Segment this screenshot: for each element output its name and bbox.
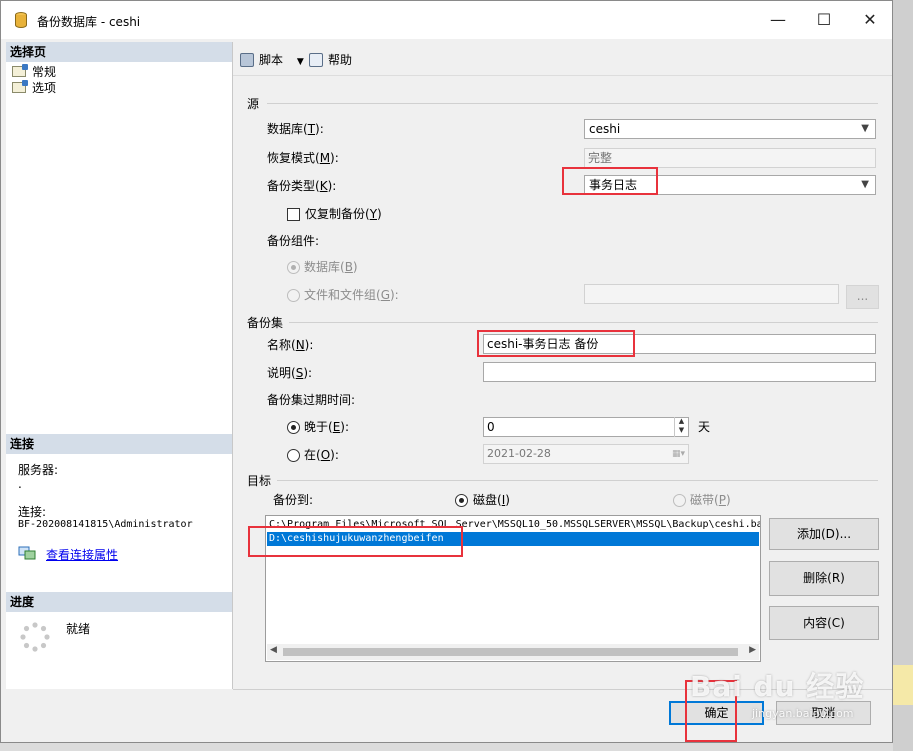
expire-days-value: 0 [487,420,495,434]
minimize-button[interactable]: — [755,7,801,33]
scroll-thumb[interactable] [283,648,738,656]
chevron-down-icon: ▼ [861,179,869,190]
backup-set-group-label: 备份集 [247,316,284,330]
description-field[interactable] [483,362,876,382]
component-database-radio[interactable] [287,261,300,274]
database-value: ceshi [589,122,621,136]
expire-days-stepper[interactable]: 0 ▲ ▼ [483,417,689,437]
server-label: 服务器: [18,463,59,477]
page-item-options[interactable]: 选项 [12,80,56,96]
progress-status: 就绪 [66,622,91,636]
remove-destination-button[interactable]: 删除(R) [769,561,879,596]
progress-spinner-icon [20,622,50,652]
title-bar: 备份数据库 - ceshi — ☐ ✕ [1,1,892,39]
recovery-model-field: 完整 [584,148,876,168]
component-database-label: 数据库(B) [304,260,358,274]
connection-properties-icon [18,546,36,560]
recovery-model-label: 恢复模式(M): [267,151,339,165]
expire-after-label: 晚于(E): [304,420,350,434]
connection-value: BF-202008141815\Administrator [18,519,193,530]
annotation-highlight-box [562,167,658,195]
select-page-header: 选择页 [6,42,232,62]
browse-files-button[interactable]: ... [846,285,879,309]
database-combo[interactable]: ceshi ▼ [584,119,876,139]
contents-button[interactable]: 内容(C) [769,606,879,640]
database-icon [15,12,27,28]
connection-header: 连接 [6,434,232,454]
destination-group-label: 目标 [247,474,272,488]
chevron-down-icon: ▼ [861,123,869,134]
page-item-label: 常规 [32,65,57,79]
group-divider [289,322,878,323]
backup-to-label: 备份到: [273,493,314,507]
expire-on-label: 在(O): [304,448,339,462]
calendar-dropdown-icon: ▦▾ [671,449,685,459]
page-item-label: 选项 [32,81,57,95]
help-icon [309,53,323,67]
view-connection-properties-link[interactable]: 查看连接属性 [46,546,118,563]
source-group-label: 源 [247,97,260,111]
group-divider [277,480,878,481]
add-destination-button[interactable]: 添加(D)... [769,518,879,550]
desktop-background [893,0,913,751]
expire-date-value: 2021-02-28 [487,447,551,460]
description-label: 说明(S): [267,366,313,380]
copy-only-checkbox[interactable] [287,208,300,221]
annotation-highlight-box [248,526,463,557]
scroll-right-icon[interactable]: ▶ [749,645,756,655]
tape-radio[interactable] [673,494,686,507]
page-icon [12,64,28,77]
disk-radio[interactable] [455,494,468,507]
expiration-label: 备份集过期时间: [267,393,356,407]
connection-label: 连接: [18,505,47,519]
files-field [584,284,839,304]
chevron-down-icon: ▼ [296,57,304,67]
copy-only-label: 仅复制备份(Y) [305,207,382,221]
window-title: 备份数据库 - ceshi [37,15,141,29]
annotation-highlight-box [477,330,635,357]
server-value: . [18,477,22,491]
progress-header: 进度 [6,592,232,612]
page-item-general[interactable]: 常规 [12,64,56,80]
backup-database-dialog: 备份数据库 - ceshi — ☐ ✕ 选择页 常规 选项 连接 服务器: . … [0,0,893,743]
tape-label: 磁带(P) [690,493,731,507]
database-label: 数据库(T): [267,122,324,136]
left-pane: 选择页 常规 选项 连接 服务器: . 连接: BF-202008141815\… [6,42,233,689]
baidu-watermark: Bai du 经验 [690,670,865,703]
page-icon [12,80,28,93]
expire-on-radio[interactable] [287,449,300,462]
disk-label: 磁盘(I) [473,493,510,507]
scroll-left-icon[interactable]: ◀ [270,645,277,655]
script-button[interactable]: 脚本 ▼ [240,52,304,68]
backup-type-label: 备份类型(K): [267,179,337,193]
horizontal-scrollbar[interactable]: ◀ ▶ [267,644,759,660]
help-button[interactable]: 帮助 [309,52,352,68]
baidu-watermark-url: jingyan.baidu.com [752,707,854,720]
component-files-radio[interactable] [287,289,300,302]
spin-arrows-icon[interactable]: ▲ ▼ [674,417,688,437]
expire-date-picker: 2021-02-28 ▦▾ [483,444,689,464]
backup-component-label: 备份组件: [267,234,320,248]
help-label: 帮助 [328,53,353,67]
name-label: 名称(N): [267,338,314,352]
script-label: 脚本 [259,53,284,67]
script-icon [240,53,254,67]
expire-after-radio[interactable] [287,421,300,434]
toolbar: 脚本 ▼ 帮助 [233,45,892,76]
days-unit: 天 [698,420,711,434]
component-files-label: 文件和文件组(G): [304,288,399,302]
group-divider [267,103,878,104]
maximize-button[interactable]: ☐ [801,7,847,33]
close-button[interactable]: ✕ [847,7,893,33]
background-yellow-strip [893,665,913,705]
